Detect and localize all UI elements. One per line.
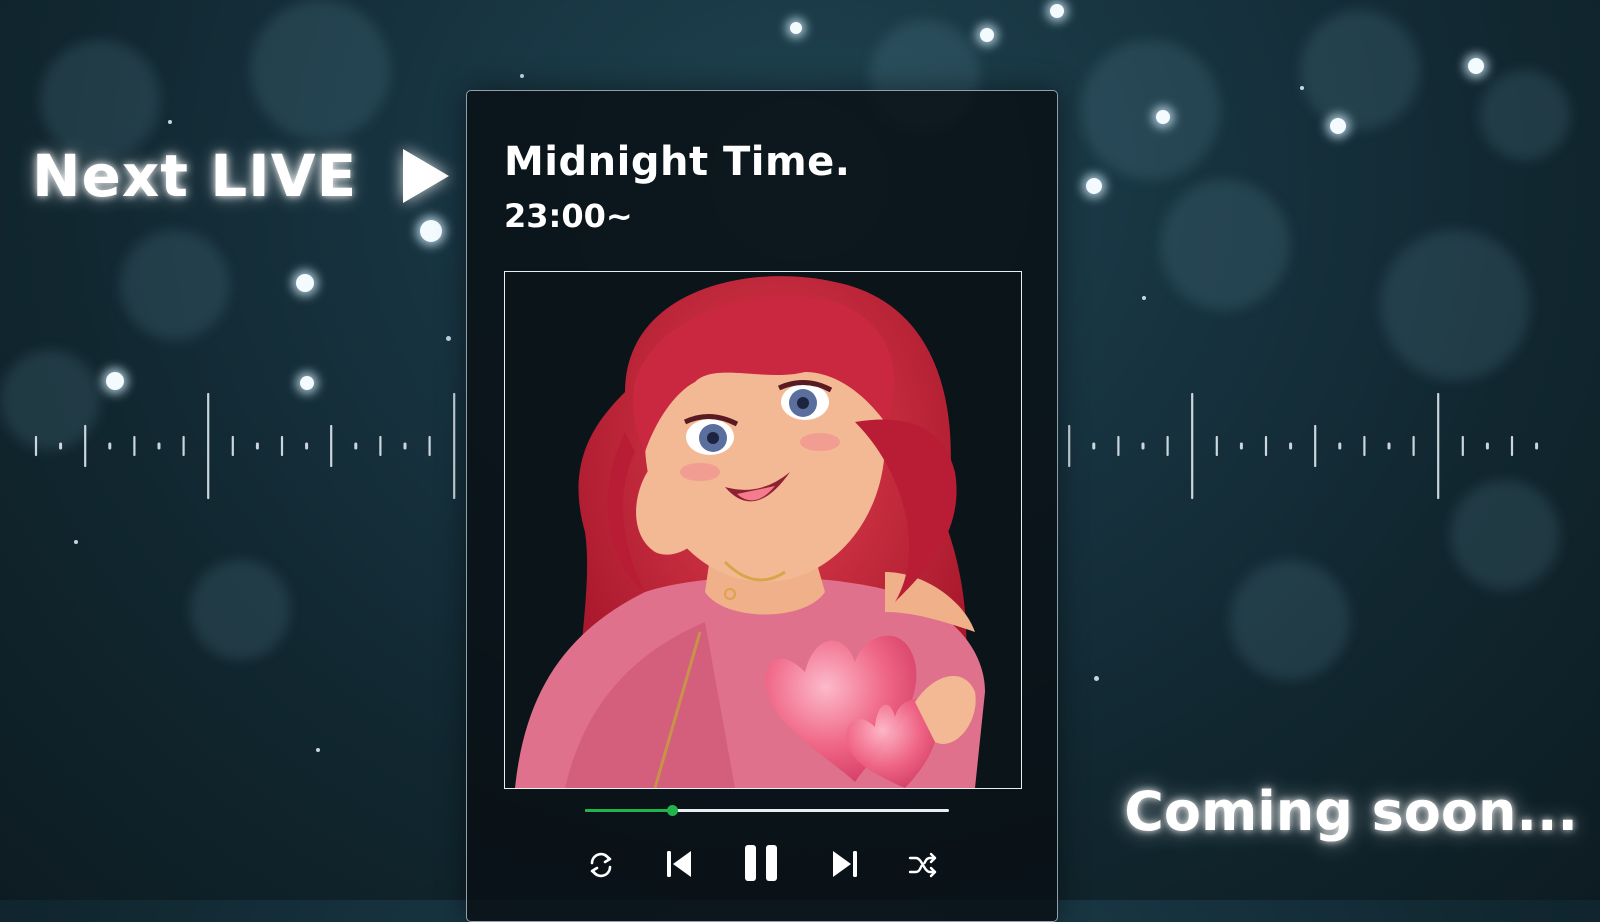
progress-handle[interactable] — [667, 805, 679, 816]
next-live-label: Next LIVE — [32, 142, 358, 210]
next-live-heading: Next LIVE — [32, 142, 453, 210]
skip-previous-icon — [667, 851, 691, 877]
previous-button[interactable] — [663, 847, 695, 881]
repeat-button[interactable] — [585, 849, 617, 881]
playback-controls — [467, 839, 1057, 899]
album-cover — [504, 271, 1022, 789]
pause-icon — [745, 845, 777, 881]
coming-soon-text: Coming soon... — [1124, 780, 1578, 843]
track-start-time: 23:00~ — [504, 197, 633, 235]
progress-bar[interactable] — [585, 805, 949, 816]
skip-next-icon — [833, 851, 857, 877]
music-player-card: Midnight Time. 23:00~ — [466, 90, 1058, 922]
shuffle-icon — [908, 852, 937, 878]
track-title: Midnight Time. — [504, 139, 851, 185]
repeat-icon — [590, 852, 612, 878]
pause-button[interactable] — [741, 841, 781, 885]
next-button[interactable] — [829, 847, 861, 881]
shuffle-button[interactable] — [907, 849, 939, 881]
anime-girl-illustration — [505, 272, 1021, 788]
play-arrow-icon — [403, 149, 450, 203]
progress-fill — [585, 809, 673, 812]
